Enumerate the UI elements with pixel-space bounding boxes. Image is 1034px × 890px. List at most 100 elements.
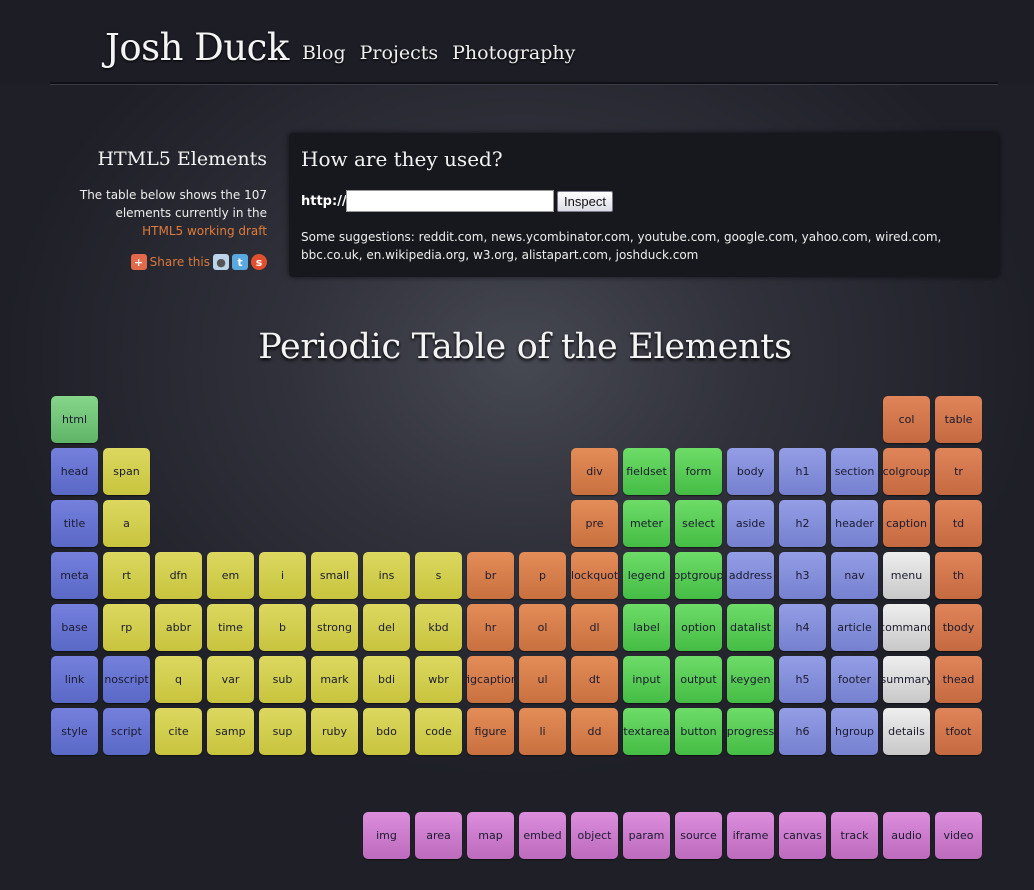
- element-tile-del[interactable]: del: [363, 604, 410, 651]
- element-tile-b[interactable]: b: [259, 604, 306, 651]
- element-tile-tbody[interactable]: tbody: [935, 604, 982, 651]
- element-tile-img[interactable]: img: [363, 812, 410, 859]
- element-tile-meter[interactable]: meter: [623, 500, 670, 547]
- element-tile-html[interactable]: html: [51, 396, 98, 443]
- element-tile-track[interactable]: track: [831, 812, 878, 859]
- element-tile-time[interactable]: time: [207, 604, 254, 651]
- site-title-link[interactable]: Josh Duck: [105, 26, 289, 69]
- url-input[interactable]: [346, 190, 554, 212]
- element-tile-sub[interactable]: sub: [259, 656, 306, 703]
- element-tile-wbr[interactable]: wbr: [415, 656, 462, 703]
- share-plus-icon[interactable]: +: [130, 254, 147, 270]
- element-tile-input[interactable]: input: [623, 656, 670, 703]
- element-tile-tfoot[interactable]: tfoot: [935, 708, 982, 755]
- element-tile-h1[interactable]: h1: [779, 448, 826, 495]
- element-tile-span[interactable]: span: [103, 448, 150, 495]
- element-tile-h2[interactable]: h2: [779, 500, 826, 547]
- element-tile-dfn[interactable]: dfn: [155, 552, 202, 599]
- element-tile-section[interactable]: section: [831, 448, 878, 495]
- element-tile-aside[interactable]: aside: [727, 500, 774, 547]
- element-tile-option[interactable]: option: [675, 604, 722, 651]
- element-tile-s[interactable]: s: [415, 552, 462, 599]
- element-tile-noscript[interactable]: noscript: [103, 656, 150, 703]
- element-tile-select[interactable]: select: [675, 500, 722, 547]
- element-tile-iframe[interactable]: iframe: [727, 812, 774, 859]
- element-tile-script[interactable]: script: [103, 708, 150, 755]
- element-tile-bdo[interactable]: bdo: [363, 708, 410, 755]
- element-tile-keygen[interactable]: keygen: [727, 656, 774, 703]
- element-tile-legend[interactable]: legend: [623, 552, 670, 599]
- element-tile-mark[interactable]: mark: [311, 656, 358, 703]
- element-tile-datalist[interactable]: datalist: [727, 604, 774, 651]
- element-tile-ruby[interactable]: ruby: [311, 708, 358, 755]
- element-tile-ul[interactable]: ul: [519, 656, 566, 703]
- element-tile-bdi[interactable]: bdi: [363, 656, 410, 703]
- element-tile-col[interactable]: col: [883, 396, 930, 443]
- element-tile-sup[interactable]: sup: [259, 708, 306, 755]
- element-tile-dt[interactable]: dt: [571, 656, 618, 703]
- element-tile-a[interactable]: a: [103, 500, 150, 547]
- element-tile-i[interactable]: i: [259, 552, 306, 599]
- stumbleupon-icon[interactable]: s: [251, 254, 267, 270]
- element-tile-audio[interactable]: audio: [883, 812, 930, 859]
- element-tile-figure[interactable]: figure: [467, 708, 514, 755]
- element-tile-table[interactable]: table: [935, 396, 982, 443]
- element-tile-colgroup[interactable]: colgroup: [883, 448, 930, 495]
- element-tile-small[interactable]: small: [311, 552, 358, 599]
- element-tile-h3[interactable]: h3: [779, 552, 826, 599]
- element-tile-li[interactable]: li: [519, 708, 566, 755]
- html5-draft-link[interactable]: HTML5 working draft: [142, 224, 267, 238]
- element-tile-output[interactable]: output: [675, 656, 722, 703]
- element-tile-footer[interactable]: footer: [831, 656, 878, 703]
- element-tile-canvas[interactable]: canvas: [779, 812, 826, 859]
- element-tile-source[interactable]: source: [675, 812, 722, 859]
- element-tile-kbd[interactable]: kbd: [415, 604, 462, 651]
- element-tile-code[interactable]: code: [415, 708, 462, 755]
- element-tile-td[interactable]: td: [935, 500, 982, 547]
- element-tile-progress[interactable]: progress: [727, 708, 774, 755]
- element-tile-area[interactable]: area: [415, 812, 462, 859]
- element-tile-title[interactable]: title: [51, 500, 98, 547]
- element-tile-h6[interactable]: h6: [779, 708, 826, 755]
- element-tile-embed[interactable]: embed: [519, 812, 566, 859]
- element-tile-menu[interactable]: menu: [883, 552, 930, 599]
- nav-blog[interactable]: Blog: [302, 42, 346, 64]
- nav-projects[interactable]: Projects: [360, 42, 438, 64]
- element-tile-hgroup[interactable]: hgroup: [831, 708, 878, 755]
- element-tile-h5[interactable]: h5: [779, 656, 826, 703]
- element-tile-optgroup[interactable]: optgroup: [675, 552, 722, 599]
- element-tile-div[interactable]: div: [571, 448, 618, 495]
- element-tile-hr[interactable]: hr: [467, 604, 514, 651]
- element-tile-map[interactable]: map: [467, 812, 514, 859]
- element-tile-ol[interactable]: ol: [519, 604, 566, 651]
- element-tile-meta[interactable]: meta: [51, 552, 98, 599]
- element-tile-body[interactable]: body: [727, 448, 774, 495]
- element-tile-object[interactable]: object: [571, 812, 618, 859]
- element-tile-br[interactable]: br: [467, 552, 514, 599]
- element-tile-var[interactable]: var: [207, 656, 254, 703]
- element-tile-form[interactable]: form: [675, 448, 722, 495]
- share-label[interactable]: Share this: [150, 255, 210, 269]
- twitter-icon[interactable]: t: [232, 254, 248, 270]
- element-tile-style[interactable]: style: [51, 708, 98, 755]
- element-tile-article[interactable]: article: [831, 604, 878, 651]
- element-tile-button[interactable]: button: [675, 708, 722, 755]
- element-tile-q[interactable]: q: [155, 656, 202, 703]
- element-tile-h4[interactable]: h4: [779, 604, 826, 651]
- reddit-icon[interactable]: ●: [213, 254, 229, 270]
- inspect-button[interactable]: Inspect: [557, 191, 613, 212]
- element-tile-dd[interactable]: dd: [571, 708, 618, 755]
- element-tile-head[interactable]: head: [51, 448, 98, 495]
- element-tile-strong[interactable]: strong: [311, 604, 358, 651]
- element-tile-th[interactable]: th: [935, 552, 982, 599]
- element-tile-details[interactable]: details: [883, 708, 930, 755]
- element-tile-textarea[interactable]: textarea: [623, 708, 670, 755]
- element-tile-base[interactable]: base: [51, 604, 98, 651]
- element-tile-thead[interactable]: thead: [935, 656, 982, 703]
- element-tile-param[interactable]: param: [623, 812, 670, 859]
- element-tile-ins[interactable]: ins: [363, 552, 410, 599]
- element-tile-figcaption[interactable]: figcaption: [467, 656, 514, 703]
- element-tile-summary[interactable]: summary: [883, 656, 930, 703]
- element-tile-abbr[interactable]: abbr: [155, 604, 202, 651]
- element-tile-blockquote[interactable]: blockquote: [571, 552, 618, 599]
